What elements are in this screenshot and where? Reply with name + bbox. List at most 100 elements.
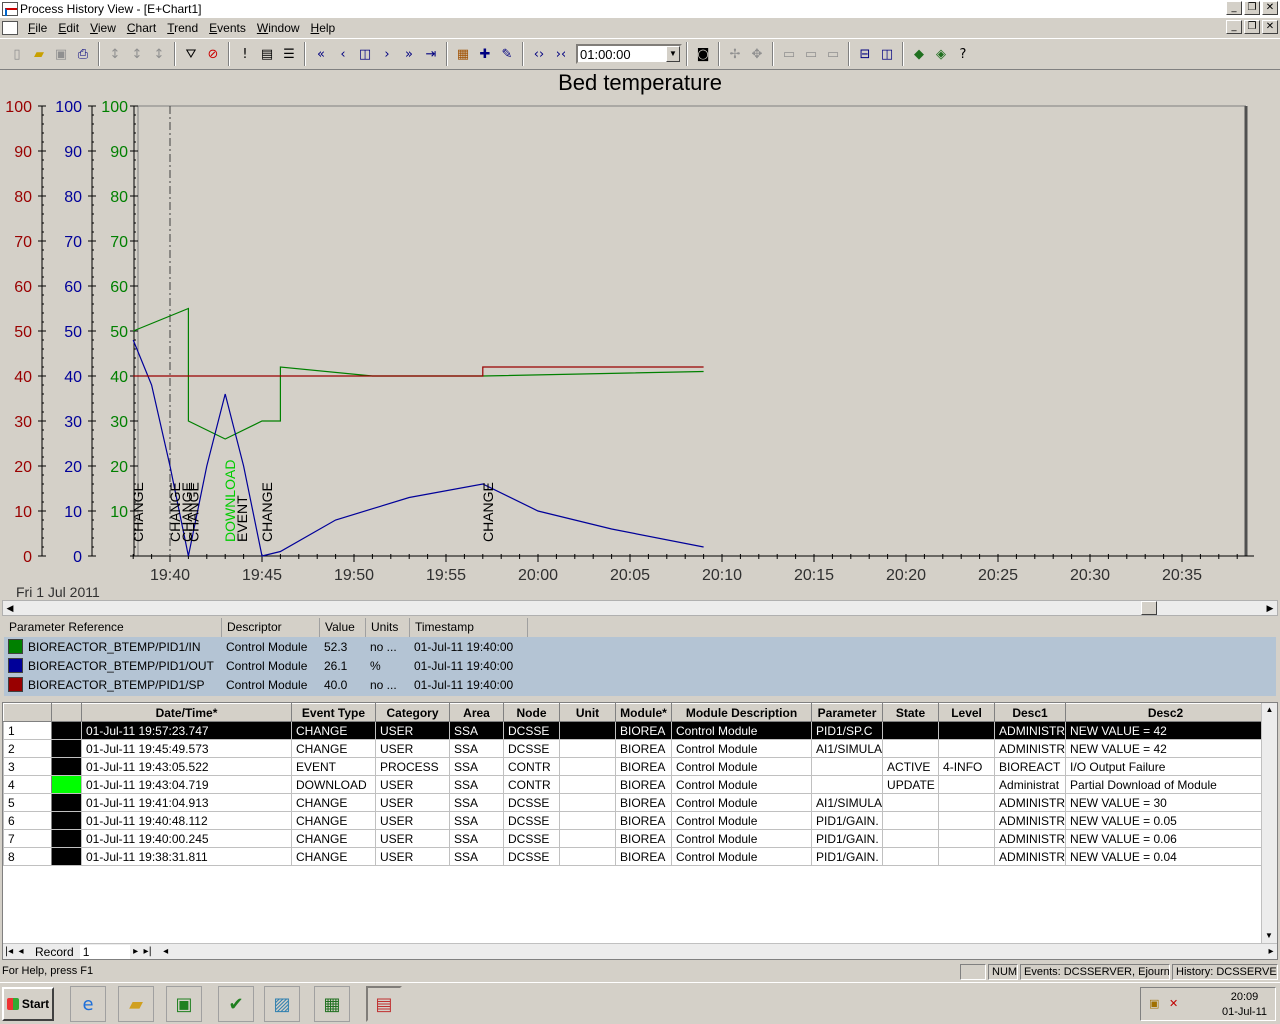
chart-option-2-icon[interactable]: ▭ bbox=[800, 43, 822, 65]
table-row[interactable]: 6 01-Jul-11 19:40:48.112 CHANGE USER SSA DCSS… bbox=[3, 811, 1267, 830]
snapshot-icon[interactable]: ◙ bbox=[692, 43, 714, 65]
menu-file[interactable]: File bbox=[24, 21, 54, 35]
context-help-icon[interactable]: ? bbox=[952, 43, 974, 65]
table-row[interactable]: 7 01-Jul-11 19:40:00.245 CHANGE USER SSA DCSS… bbox=[3, 829, 1267, 848]
sort-icon[interactable]: ↕ bbox=[148, 43, 170, 65]
legend-row[interactable]: BIOREACTOR_BTEMP/PID1/OUT Control Module… bbox=[4, 656, 1276, 675]
split-horizontal-icon[interactable]: ⊟ bbox=[854, 43, 876, 65]
child-minimize-button[interactable]: _ bbox=[1226, 20, 1242, 34]
operator-station-icon[interactable]: ▣ bbox=[166, 986, 202, 1022]
zoom-in-time-icon[interactable]: ›‹ bbox=[550, 43, 572, 65]
col-node[interactable]: Node bbox=[503, 703, 560, 722]
image-viewer-icon[interactable]: ▨ bbox=[264, 986, 300, 1022]
col-event-type[interactable]: Event Type bbox=[291, 703, 376, 722]
col-module[interactable]: Module* bbox=[615, 703, 672, 722]
internet-explorer-icon[interactable]: e bbox=[70, 986, 106, 1022]
first-record-icon[interactable]: |◂ bbox=[3, 946, 15, 957]
app-icon[interactable] bbox=[2, 2, 18, 16]
scroll-left-arrow-icon[interactable]: ◀ bbox=[3, 601, 17, 615]
col-module-description[interactable]: Module Description bbox=[671, 703, 812, 722]
col-unit[interactable]: Unit bbox=[559, 703, 616, 722]
save-icon[interactable]: ▣ bbox=[50, 43, 72, 65]
col-category[interactable]: Category bbox=[375, 703, 450, 722]
col-area[interactable]: Area bbox=[449, 703, 504, 722]
split-vertical-icon[interactable]: ◫ bbox=[876, 43, 898, 65]
zoom-out-time-icon[interactable]: ‹› bbox=[528, 43, 550, 65]
pan-icon[interactable]: ✥ bbox=[746, 43, 768, 65]
record-input[interactable]: 1 bbox=[79, 944, 130, 959]
legend-col-units[interactable]: Units bbox=[366, 618, 410, 637]
last-record-icon[interactable]: ▸| bbox=[142, 946, 154, 957]
table-row[interactable]: 1 01-Jul-11 19:57:23.747 CHANGE USER SSA DCSS… bbox=[3, 721, 1267, 740]
center-icon[interactable]: ◫ bbox=[354, 43, 376, 65]
restore-button[interactable]: ❐ bbox=[1244, 1, 1260, 15]
table-row[interactable]: 2 01-Jul-11 19:45:49.573 CHANGE USER SSA DCSS… bbox=[3, 739, 1267, 758]
scroll-left-arrow-icon[interactable]: ◂ bbox=[160, 946, 172, 957]
chart-horizontal-scrollbar[interactable]: ◀ ▶ bbox=[2, 600, 1278, 616]
child-close-button[interactable]: ✕ bbox=[1262, 20, 1278, 34]
new-icon[interactable]: ▯ bbox=[6, 43, 28, 65]
legend-col-descriptor[interactable]: Descriptor bbox=[222, 618, 320, 637]
col-desc2[interactable]: Desc2 bbox=[1065, 703, 1267, 722]
table-row[interactable]: 5 01-Jul-11 19:41:04.913 CHANGE USER SSA DCSS… bbox=[3, 793, 1267, 812]
start-button[interactable]: Start bbox=[2, 987, 54, 1021]
menu-help[interactable]: Help bbox=[307, 21, 343, 35]
next-record-icon[interactable]: ▸ bbox=[130, 946, 142, 957]
deltav-icon[interactable]: ✔ bbox=[218, 986, 254, 1022]
legend-col-param[interactable]: Parameter Reference bbox=[4, 618, 222, 637]
document-icon[interactable] bbox=[2, 21, 18, 35]
scroll-far-right-icon[interactable]: » bbox=[398, 43, 420, 65]
scroll-right-icon[interactable]: › bbox=[376, 43, 398, 65]
chart-option-1-icon[interactable]: ▭ bbox=[778, 43, 800, 65]
close-button[interactable]: ✕ bbox=[1262, 1, 1278, 15]
col-state[interactable]: State bbox=[882, 703, 940, 722]
scroll-thumb[interactable] bbox=[1141, 601, 1157, 615]
scroll-left-icon[interactable]: ‹ bbox=[332, 43, 354, 65]
import-icon[interactable]: ◈ bbox=[930, 43, 952, 65]
col-indicator[interactable] bbox=[51, 703, 82, 722]
menu-view[interactable]: View bbox=[86, 21, 123, 35]
scroll-end-icon[interactable]: ⇥ bbox=[420, 43, 442, 65]
open-icon[interactable]: ▰ bbox=[28, 43, 50, 65]
scroll-right-arrow-icon[interactable]: ▸ bbox=[1265, 946, 1277, 957]
sort-ascending-icon[interactable]: ↕ bbox=[104, 43, 126, 65]
time-span-select[interactable]: 01:00:00 ▼ bbox=[576, 44, 682, 64]
edit-pen-icon[interactable]: ✎ bbox=[496, 43, 518, 65]
export-icon[interactable]: ◆ bbox=[908, 43, 930, 65]
menu-window[interactable]: Window bbox=[253, 21, 307, 35]
network-icon[interactable]: ▣ bbox=[1149, 997, 1163, 1011]
clear-filter-icon[interactable]: ⊘ bbox=[202, 43, 224, 65]
scroll-up-arrow-icon[interactable]: ▲ bbox=[1262, 703, 1277, 717]
sort-descending-icon[interactable]: ↕ bbox=[126, 43, 148, 65]
print-preview-icon[interactable]: ▤ bbox=[256, 43, 278, 65]
scroll-right-arrow-icon[interactable]: ▶ bbox=[1263, 601, 1277, 615]
col-rownum[interactable] bbox=[3, 703, 52, 722]
folder-icon[interactable]: ▰ bbox=[118, 986, 154, 1022]
events-vertical-scrollbar[interactable]: ▲ ▼ bbox=[1261, 703, 1277, 943]
process-history-view-icon[interactable]: ▤ bbox=[366, 986, 402, 1022]
cursor-icon[interactable]: ✢ bbox=[724, 43, 746, 65]
trend-chart[interactable]: 0 10 20 30 40 50 60 70 80 90 100 0 10 20 30 40 50 60 70 80 9… bbox=[0, 70, 1280, 600]
events-grid[interactable]: Date/Time* Event Type Category Area Node… bbox=[2, 702, 1278, 960]
scroll-far-left-icon[interactable]: « bbox=[310, 43, 332, 65]
chevron-down-icon[interactable]: ▼ bbox=[666, 46, 680, 62]
table-row[interactable]: 3 01-Jul-11 19:43:05.522 EVENT PROCESS SSA CO… bbox=[3, 757, 1267, 776]
legend-row[interactable]: BIOREACTOR_BTEMP/PID1/SP Control Module … bbox=[4, 675, 1276, 694]
col-parameter[interactable]: Parameter bbox=[810, 703, 884, 722]
minimize-button[interactable]: _ bbox=[1226, 1, 1242, 15]
alert-icon[interactable]: ! bbox=[234, 43, 256, 65]
chart-option-3-icon[interactable]: ▭ bbox=[822, 43, 844, 65]
add-pen-icon[interactable]: ✚ bbox=[474, 43, 496, 65]
menu-trend[interactable]: Trend bbox=[163, 21, 205, 35]
list-icon[interactable]: ☰ bbox=[278, 43, 300, 65]
col-datetime[interactable]: Date/Time* bbox=[81, 703, 292, 722]
scroll-down-arrow-icon[interactable]: ▼ bbox=[1262, 929, 1276, 943]
table-row[interactable]: 8 01-Jul-11 19:38:31.811 CHANGE USER SSA DCSS… bbox=[3, 847, 1267, 866]
menu-events[interactable]: Events bbox=[205, 21, 253, 35]
trend-chart-pane[interactable]: Bed temperature 0 10 20 30 40 50 60 70 80 90 100 0 1… bbox=[0, 70, 1280, 600]
col-desc1[interactable]: Desc1 bbox=[994, 703, 1067, 722]
explorer-tree-icon[interactable]: ▦ bbox=[314, 986, 350, 1022]
col-level[interactable]: Level bbox=[938, 703, 996, 722]
legend-row[interactable]: BIOREACTOR_BTEMP/PID1/IN Control Module … bbox=[4, 637, 1276, 656]
child-restore-button[interactable]: ❐ bbox=[1244, 20, 1260, 34]
